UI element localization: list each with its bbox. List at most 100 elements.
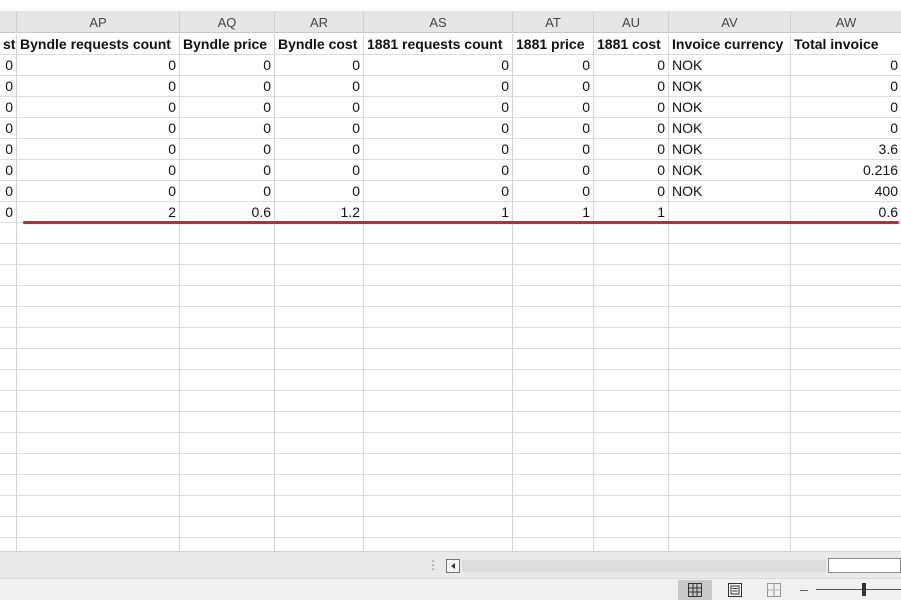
empty-cell[interactable]: [275, 433, 364, 454]
normal-view-button[interactable]: [678, 580, 712, 600]
table-cell[interactable]: 0: [364, 181, 513, 202]
table-cell[interactable]: 0: [17, 76, 180, 97]
empty-cell[interactable]: [669, 349, 791, 370]
table-cell[interactable]: 0: [275, 76, 364, 97]
table-cell[interactable]: 0: [594, 97, 669, 118]
empty-cell[interactable]: [791, 370, 901, 391]
empty-cell[interactable]: [17, 307, 180, 328]
empty-cell[interactable]: [594, 307, 669, 328]
empty-cell[interactable]: [669, 244, 791, 265]
empty-cell[interactable]: [791, 517, 901, 538]
empty-cell[interactable]: [669, 496, 791, 517]
empty-cell[interactable]: [669, 475, 791, 496]
table-cell[interactable]: 0: [513, 97, 594, 118]
column-header-AU[interactable]: AU: [594, 12, 669, 33]
empty-cell[interactable]: [791, 223, 901, 244]
empty-cell[interactable]: [669, 370, 791, 391]
table-cell[interactable]: 0: [364, 160, 513, 181]
empty-cell[interactable]: [180, 538, 275, 551]
empty-cell[interactable]: [513, 391, 594, 412]
empty-cell[interactable]: [364, 307, 513, 328]
empty-cell[interactable]: [594, 286, 669, 307]
empty-cell[interactable]: [594, 328, 669, 349]
table-cell[interactable]: 0: [180, 97, 275, 118]
empty-cell[interactable]: [513, 370, 594, 391]
empty-cell[interactable]: [669, 223, 791, 244]
empty-cell[interactable]: [669, 433, 791, 454]
table-cell[interactable]: 0: [17, 139, 180, 160]
empty-cell[interactable]: [0, 244, 17, 265]
table-cell[interactable]: 0: [364, 97, 513, 118]
table-cell[interactable]: 0: [791, 97, 901, 118]
empty-cell[interactable]: [275, 265, 364, 286]
table-cell[interactable]: 0: [594, 139, 669, 160]
empty-cell[interactable]: [594, 244, 669, 265]
empty-cell[interactable]: [791, 496, 901, 517]
column-header-AV[interactable]: AV: [669, 12, 791, 33]
empty-cell[interactable]: [275, 517, 364, 538]
table-cell[interactable]: 0: [180, 181, 275, 202]
empty-cell[interactable]: [275, 496, 364, 517]
empty-cell[interactable]: [0, 496, 17, 517]
page-layout-button[interactable]: [718, 580, 752, 600]
table-cell[interactable]: 0: [0, 97, 17, 118]
empty-cell[interactable]: [513, 307, 594, 328]
empty-cell[interactable]: [17, 391, 180, 412]
table-cell[interactable]: 0: [513, 160, 594, 181]
empty-cell[interactable]: [17, 223, 180, 244]
empty-cell[interactable]: [364, 286, 513, 307]
table-cell[interactable]: 0: [275, 55, 364, 76]
column-header-AR[interactable]: AR: [275, 12, 364, 33]
empty-cell[interactable]: [513, 286, 594, 307]
column-header-AS[interactable]: AS: [364, 12, 513, 33]
empty-cell[interactable]: [594, 349, 669, 370]
empty-cell[interactable]: [669, 412, 791, 433]
empty-cell[interactable]: [180, 496, 275, 517]
table-cell[interactable]: 0: [513, 181, 594, 202]
empty-cell[interactable]: [0, 433, 17, 454]
table-cell[interactable]: NOK: [669, 118, 791, 139]
empty-cell[interactable]: [364, 349, 513, 370]
empty-cell[interactable]: [594, 391, 669, 412]
table-cell[interactable]: [669, 202, 791, 223]
empty-cell[interactable]: [0, 538, 17, 551]
sheet-tab-splitter-grip-icon[interactable]: ⋮: [427, 559, 439, 571]
empty-cell[interactable]: [594, 265, 669, 286]
table-cell[interactable]: 0: [180, 139, 275, 160]
horizontal-scrollbar[interactable]: ⋮: [0, 551, 901, 578]
table-cell[interactable]: 0: [513, 118, 594, 139]
empty-cell[interactable]: [364, 433, 513, 454]
spreadsheet-grid[interactable]: AP AQ AR AS AT AU AV AW st Byndle request…: [0, 0, 901, 551]
column-header-AT[interactable]: AT: [513, 12, 594, 33]
empty-cell[interactable]: [0, 370, 17, 391]
empty-cell[interactable]: [594, 496, 669, 517]
table-cell[interactable]: 0: [513, 76, 594, 97]
empty-cell[interactable]: [513, 223, 594, 244]
empty-cell[interactable]: [513, 517, 594, 538]
empty-cell[interactable]: [594, 475, 669, 496]
empty-cell[interactable]: [180, 412, 275, 433]
empty-cell[interactable]: [669, 454, 791, 475]
empty-cell[interactable]: [17, 454, 180, 475]
table-cell[interactable]: NOK: [669, 97, 791, 118]
empty-cell[interactable]: [180, 265, 275, 286]
table-cell[interactable]: 2: [17, 202, 180, 223]
empty-cell[interactable]: [275, 370, 364, 391]
empty-cell[interactable]: [669, 286, 791, 307]
empty-cell[interactable]: [0, 307, 17, 328]
table-cell[interactable]: 0: [275, 139, 364, 160]
empty-cell[interactable]: [594, 412, 669, 433]
empty-cell[interactable]: [275, 538, 364, 551]
table-cell[interactable]: 0: [791, 55, 901, 76]
empty-cell[interactable]: [791, 307, 901, 328]
header-cell[interactable]: Byndle price: [180, 34, 275, 55]
column-header-partial[interactable]: [0, 12, 17, 33]
empty-cell[interactable]: [513, 244, 594, 265]
empty-cell[interactable]: [180, 433, 275, 454]
empty-cell[interactable]: [594, 538, 669, 551]
table-cell[interactable]: 0: [180, 76, 275, 97]
table-cell[interactable]: NOK: [669, 160, 791, 181]
zoom-slider-thumb[interactable]: [862, 583, 866, 596]
empty-cell[interactable]: [275, 328, 364, 349]
empty-cell[interactable]: [791, 286, 901, 307]
